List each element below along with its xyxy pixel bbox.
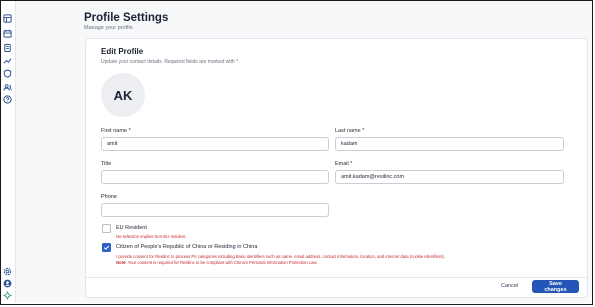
trend-icon[interactable] — [3, 56, 12, 65]
last-name-label: Last name * — [335, 128, 365, 134]
page-subtitle: Manage your profile. — [84, 25, 135, 31]
sidebar — [1, 1, 16, 303]
help-icon[interactable] — [3, 95, 12, 104]
title-input[interactable] — [101, 170, 329, 184]
china-consent-text: I provide consent for Resilinc to proces… — [116, 254, 571, 266]
phone-input[interactable] — [101, 203, 329, 217]
last-name-input[interactable] — [335, 137, 564, 151]
first-name-label: First name * — [101, 128, 131, 134]
phone-label: Phone — [101, 194, 117, 200]
save-changes-button[interactable]: Save changes — [532, 280, 579, 293]
main-content: Profile Settings Manage your profile. Ed… — [16, 1, 592, 303]
email-label: Email * — [335, 161, 353, 167]
eu-resident-checkbox[interactable] — [102, 224, 111, 233]
avatar[interactable]: AK — [101, 73, 145, 117]
consent-statement: I provide consent for Resilinc to proces… — [116, 254, 445, 259]
china-resident-label: Citizen of People's Republic of China or… — [116, 244, 258, 250]
consent-note: Your consent is required for Resilinc to… — [126, 260, 318, 265]
grid-icon[interactable] — [3, 14, 12, 23]
clipboard-icon[interactable] — [3, 43, 12, 52]
card-title: Edit Profile — [101, 47, 144, 56]
calendar-icon[interactable] — [3, 29, 12, 38]
divider — [86, 277, 587, 278]
user-circle-icon[interactable] — [3, 279, 12, 288]
eu-resident-label: EU Resident — [116, 225, 147, 231]
check-icon — [103, 245, 110, 250]
shield-icon[interactable] — [3, 69, 12, 78]
eu-resident-note: No selection implies Non-EU resident. — [116, 234, 187, 239]
consent-note-label: Note: — [116, 260, 127, 265]
title-label: Title — [101, 161, 112, 167]
china-resident-checkbox[interactable] — [102, 243, 111, 252]
edit-profile-card: Edit Profile Update your contact details… — [85, 38, 588, 298]
card-subtitle: Update your contact details. Required fi… — [101, 59, 240, 65]
users-icon[interactable] — [3, 83, 12, 92]
logo-icon — [3, 291, 12, 300]
first-name-input[interactable] — [101, 137, 329, 151]
avatar-initials: AK — [113, 87, 133, 103]
email-input[interactable] — [335, 170, 564, 184]
settings-icon[interactable] — [3, 267, 12, 276]
cancel-button[interactable]: Cancel — [501, 283, 518, 289]
page-title: Profile Settings — [84, 12, 169, 24]
